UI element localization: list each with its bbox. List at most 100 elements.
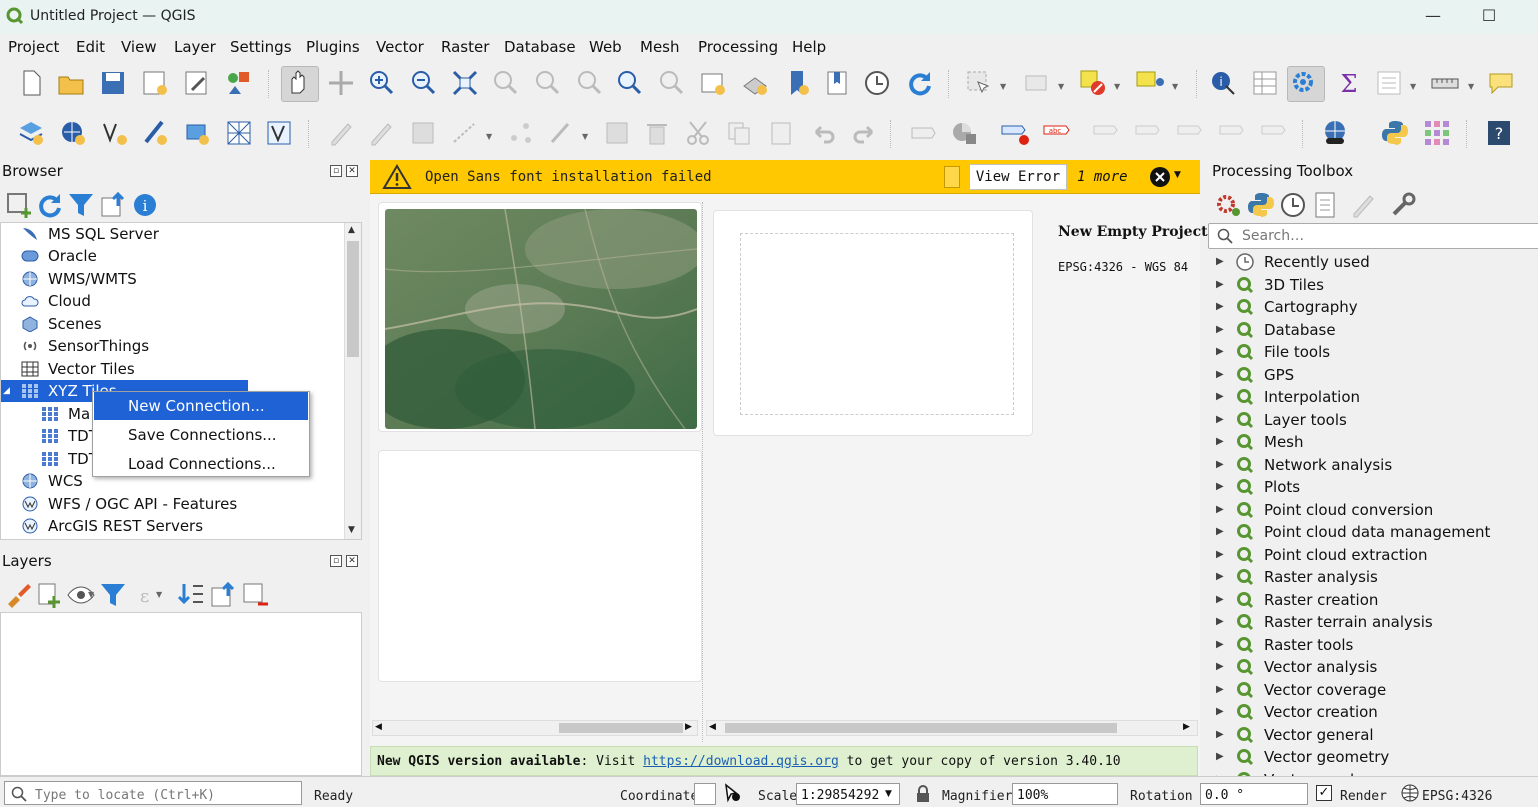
- layout-manager-icon[interactable]: [182, 68, 212, 98]
- splitter[interactable]: [702, 202, 706, 742]
- expand-arrow-icon[interactable]: ▶: [1216, 566, 1224, 588]
- close-icon[interactable]: ✕: [346, 165, 358, 177]
- python-scripts-icon[interactable]: [1246, 190, 1274, 217]
- toolbox-item[interactable]: ▶ Mesh: [1204, 431, 1538, 453]
- help-icon[interactable]: ?: [1484, 118, 1514, 148]
- expand-arrow-icon[interactable]: ▶: [1216, 251, 1224, 273]
- toolbox-item[interactable]: ▶ Database: [1204, 319, 1538, 341]
- layer-diagram-icon[interactable]: [950, 118, 980, 148]
- save-layer-edits-icon[interactable]: [408, 118, 438, 148]
- chevron-down-icon[interactable]: ▼: [1172, 82, 1178, 91]
- menu-plugins[interactable]: Plugins: [306, 38, 360, 56]
- chevron-down-icon[interactable]: ▼: [1000, 82, 1006, 91]
- copy-features-icon[interactable]: [724, 118, 754, 148]
- menu-database[interactable]: Database: [504, 38, 576, 56]
- crs-globe-icon[interactable]: [1400, 783, 1420, 807]
- maximize-button[interactable]: ☐: [1474, 4, 1504, 28]
- toolbox-item[interactable]: ▶ Raster tools: [1204, 634, 1538, 656]
- menu-settings[interactable]: Settings: [230, 38, 292, 56]
- remove-layer-icon[interactable]: [240, 580, 268, 606]
- menu-web[interactable]: Web: [589, 38, 622, 56]
- new-print-layout-icon[interactable]: [140, 68, 170, 98]
- zoom-full-icon[interactable]: [450, 68, 480, 98]
- zoom-in-icon[interactable]: [366, 68, 396, 98]
- highlight-pinned-labels-icon[interactable]: [1000, 118, 1030, 148]
- menu-mesh[interactable]: Mesh: [640, 38, 680, 56]
- menu-project[interactable]: Project: [8, 38, 59, 56]
- data-source-manager-icon[interactable]: [16, 118, 46, 148]
- float-panel-icon[interactable]: ▫: [330, 165, 342, 177]
- expand-arrow-icon[interactable]: ▶: [1216, 476, 1224, 498]
- refresh-icon[interactable]: [34, 190, 61, 218]
- expand-arrow-icon[interactable]: ▶: [1216, 409, 1224, 431]
- rotate-label-icon[interactable]: [1176, 118, 1206, 148]
- expand-arrow-icon[interactable]: ▶: [1216, 386, 1224, 408]
- coordinate-field[interactable]: [694, 783, 716, 805]
- expand-arrow-icon[interactable]: ▶: [1216, 656, 1224, 678]
- scroll-down-icon[interactable]: ▼: [348, 525, 355, 535]
- toolbox-item[interactable]: ▶ Raster creation: [1204, 589, 1538, 611]
- new-geopackage-layer-icon[interactable]: [58, 118, 88, 148]
- toolbox-item[interactable]: ▶ Vector analysis: [1204, 656, 1538, 678]
- save-project-icon[interactable]: [98, 68, 128, 98]
- info-icon[interactable]: i: [130, 190, 156, 216]
- crs-label[interactable]: EPSG:4326: [1422, 789, 1492, 804]
- models-gear-icon[interactable]: [1214, 190, 1240, 216]
- toolbox-item[interactable]: ▶ Vector creation: [1204, 701, 1538, 723]
- toolbox-item[interactable]: ▶ Raster terrain analysis: [1204, 611, 1538, 633]
- history-clock-icon[interactable]: [1278, 190, 1305, 217]
- expand-arrow-icon[interactable]: ▶: [1216, 499, 1224, 521]
- mouse-coordinate-icon[interactable]: [722, 783, 742, 807]
- recent-horizontal-scrollbar[interactable]: ◀ ▶: [372, 720, 698, 736]
- expand-arrow-icon[interactable]: ▶: [1216, 769, 1224, 777]
- options-wrench-icon[interactable]: [1388, 190, 1416, 216]
- recent-project-card[interactable]: [378, 450, 702, 682]
- redo-icon[interactable]: [850, 118, 880, 148]
- toolbox-item[interactable]: ▶ Vector coverage: [1204, 679, 1538, 701]
- toolbox-item[interactable]: ▶ GPS: [1204, 364, 1538, 386]
- new-virtual-layer-icon[interactable]: [182, 118, 212, 148]
- download-link[interactable]: https://download.qgis.org: [643, 754, 839, 769]
- collapse-all-icon[interactable]: [98, 190, 125, 217]
- menu-view[interactable]: View: [121, 38, 157, 56]
- rotation-spinbox[interactable]: 0.0 °: [1200, 783, 1308, 805]
- new-project-template-card[interactable]: [713, 210, 1033, 436]
- save-connections-menu-item[interactable]: Save Connections...: [94, 421, 308, 449]
- plugin-grid-icon[interactable]: [1422, 118, 1452, 148]
- new-bookmark-icon[interactable]: [782, 68, 812, 98]
- layers-tree[interactable]: [0, 612, 362, 776]
- vertex-tool-icon[interactable]: [506, 118, 536, 148]
- expand-arrow-icon[interactable]: ▶: [1216, 431, 1224, 453]
- filter-icon[interactable]: [66, 190, 93, 216]
- toolbox-item[interactable]: ▶ Point cloud data management: [1204, 521, 1538, 543]
- results-viewer-icon[interactable]: [1310, 190, 1335, 218]
- pin-labels-icon[interactable]: abc: [1042, 118, 1072, 148]
- cut-features-icon[interactable]: [684, 118, 714, 148]
- expand-arrow-icon[interactable]: ▶: [1216, 341, 1224, 363]
- browser-tree[interactable]: MS SQL Server Oracle WMS/WMTS Cloud Scen…: [0, 222, 362, 540]
- chevron-down-icon[interactable]: ▼: [1114, 82, 1120, 91]
- toolbox-gear-icon[interactable]: [1287, 66, 1325, 102]
- digitize-line-icon[interactable]: [450, 118, 480, 148]
- current-edits-icon[interactable]: [326, 118, 356, 148]
- chevron-down-icon[interactable]: ▼: [1174, 170, 1181, 180]
- expand-arrow-icon[interactable]: ▶: [1216, 521, 1224, 543]
- expand-arrow-icon[interactable]: ▶: [1216, 634, 1224, 656]
- scrollbar-thumb[interactable]: [347, 241, 359, 357]
- identify-features-icon[interactable]: i: [1208, 68, 1238, 98]
- scrollbar-thumb[interactable]: [725, 723, 1117, 733]
- new-connection-menu-item[interactable]: New Connection...: [94, 392, 308, 420]
- templates-horizontal-scrollbar[interactable]: ◀ ▶: [706, 720, 1198, 736]
- locator-input[interactable]: Type to locate (Ctrl+K): [4, 781, 302, 805]
- close-icon[interactable]: [1149, 166, 1171, 192]
- move-label-icon[interactable]: [1134, 118, 1164, 148]
- expand-arrow-icon[interactable]: ▶: [1216, 319, 1224, 341]
- toolbox-item[interactable]: ▶ Vector geometry: [1204, 746, 1538, 768]
- load-connections-menu-item[interactable]: Load Connections...: [94, 450, 308, 478]
- expand-arrow-icon[interactable]: ▶: [1216, 364, 1224, 386]
- expand-arrow-icon[interactable]: ▶: [1216, 701, 1224, 723]
- label-properties-icon[interactable]: [1260, 118, 1290, 148]
- toolbox-item[interactable]: ▶ Raster analysis: [1204, 566, 1538, 588]
- edit-attributes-icon[interactable]: [602, 118, 632, 148]
- select-by-location-icon[interactable]: [1134, 68, 1164, 98]
